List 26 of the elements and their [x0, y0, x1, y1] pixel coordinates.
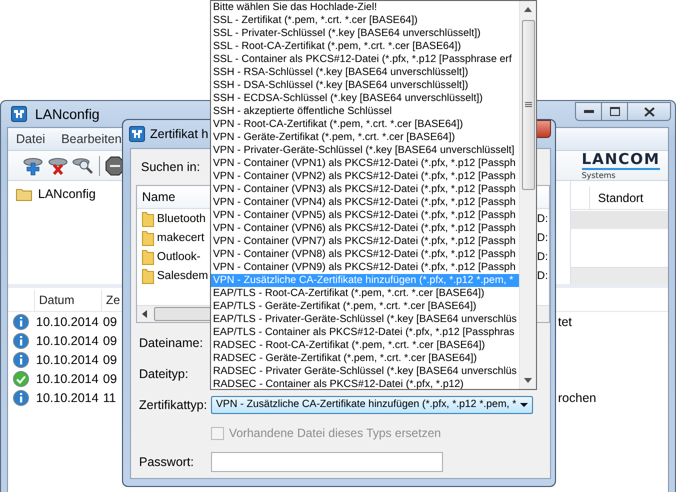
table-cell: D: — [537, 212, 548, 224]
checkbox-label: Vorhandene Datei dieses Typs ersetzen — [229, 426, 441, 440]
field-label: Dateityp: — [139, 366, 190, 380]
field-label: Dateiname: — [139, 336, 204, 350]
date-cell-text: 10.10.2014 — [35, 352, 100, 366]
date-cell-text: 10.10.2014 — [35, 372, 100, 386]
date-cell-text: 10.10.2014 — [35, 334, 100, 348]
logo-subtitle: Systems — [582, 172, 617, 180]
field-label: Zertifikattyp: — [139, 398, 208, 412]
time-cell: 09 — [103, 334, 117, 348]
date-cell-text: 10.10.2014 — [35, 390, 100, 404]
table-cell: D: — [537, 250, 548, 262]
time-cell: 09 — [103, 314, 117, 328]
time-cell: 11 — [103, 390, 116, 404]
dialog-title: Zertifikat h — [150, 127, 208, 141]
logo-name: LANCOM — [582, 152, 660, 170]
date-cell-text: 10.10.2014 — [35, 314, 100, 328]
time-cell: 09 — [103, 372, 117, 386]
table-cell: D: — [537, 270, 548, 282]
table-cell: D: — [537, 232, 548, 244]
window-title: LANconfig — [35, 106, 100, 122]
time-cell: 09 — [103, 352, 117, 366]
message-cell: rochen — [558, 390, 596, 404]
field-label: Passwort: — [139, 454, 195, 468]
field-label: Suchen in: — [141, 160, 200, 174]
message-cell: tet — [558, 314, 572, 328]
